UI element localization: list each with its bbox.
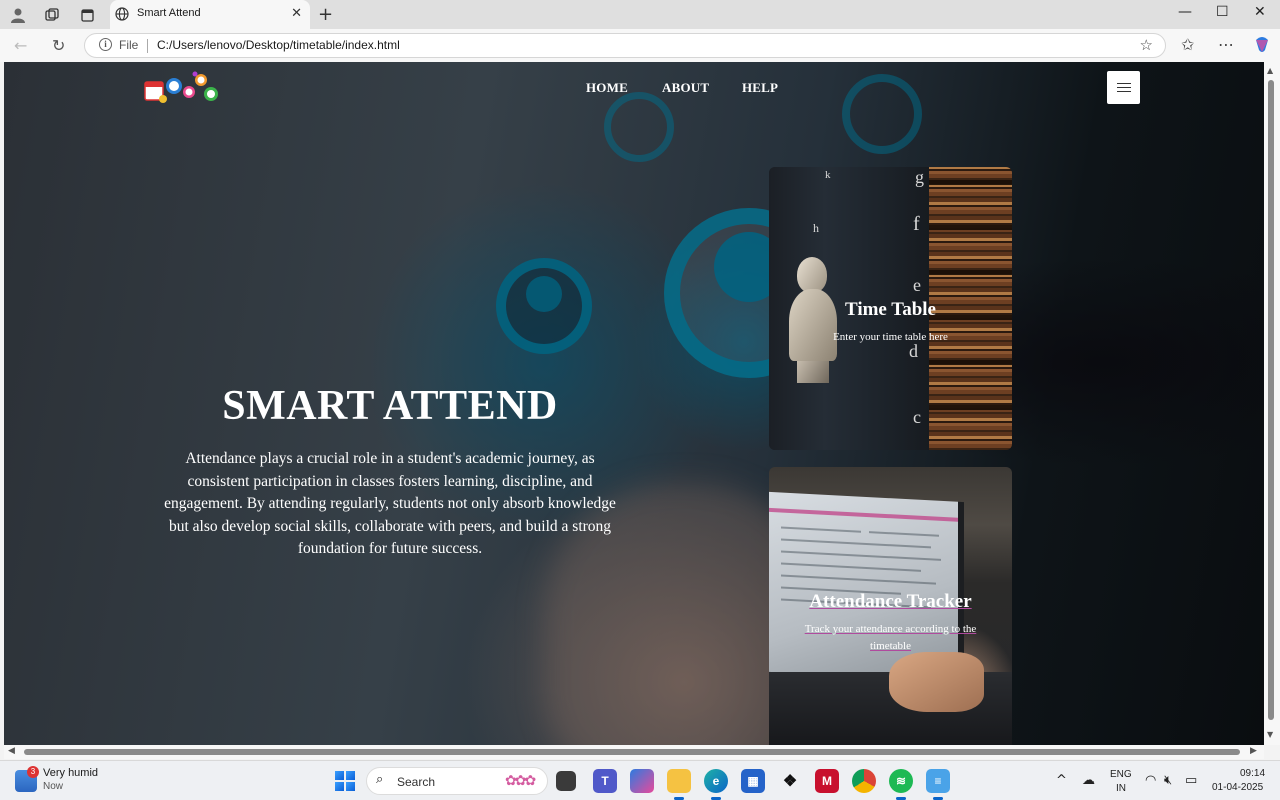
scroll-down-icon[interactable]: ▼ [1267, 730, 1273, 739]
copilot-icon[interactable] [1253, 36, 1271, 58]
page-viewport: HOME ABOUT HELP SMART ATTEND Attendance … [4, 62, 1264, 745]
nav-help-link[interactable]: HELP [742, 80, 778, 96]
window-close-icon[interactable]: ✕ [1254, 4, 1266, 20]
chrome-icon[interactable] [852, 769, 876, 793]
search-placeholder: Search [397, 775, 436, 789]
time-table-card-title[interactable]: Time Table [769, 299, 1012, 321]
file-explorer-icon[interactable] [667, 769, 691, 800]
address-bar[interactable]: i File C:/Users/lenovo/Desktop/timetable… [84, 33, 1166, 58]
volume-muted-icon[interactable]: 🔇︎ [1164, 773, 1172, 788]
search-highlight-icon: ✿✿✿ [505, 773, 536, 789]
hamburger-line [1116, 91, 1131, 93]
favorite-star-icon[interactable]: ☆ [1140, 36, 1153, 54]
hamburger-menu-button[interactable] [1107, 71, 1140, 104]
minimize-icon[interactable]: — [1178, 4, 1192, 20]
url-text[interactable]: C:/Users/lenovo/Desktop/timetable/index.… [157, 38, 400, 52]
mcafee-icon[interactable]: M [815, 769, 839, 793]
windows-taskbar: 3 Very humid Now ⌕ Search ✿✿✿ T e ▦ ❖ M … [0, 760, 1280, 800]
time-table-card-subtitle: Enter your time table here [833, 331, 948, 343]
nav-about-link[interactable]: ABOUT [662, 80, 709, 96]
hero-title: SMART ATTEND [222, 383, 558, 429]
browser-tab-bar: Smart Attend ✕ + — ☐ ✕ [0, 0, 1280, 29]
clock-time[interactable]: 09:14 [1240, 768, 1265, 779]
onedrive-icon[interactable]: ☁ [1082, 773, 1095, 788]
favorites-icon[interactable]: ✩ [1181, 35, 1194, 54]
info-icon[interactable]: i [99, 38, 112, 51]
dropbox-icon[interactable]: ❖ [778, 769, 802, 793]
close-icon[interactable]: ✕ [291, 6, 302, 21]
decorative-letters: f [913, 213, 920, 235]
statue-bust-image [789, 257, 841, 387]
maximize-icon[interactable]: ☐ [1216, 4, 1229, 20]
weather-title[interactable]: Very humid [43, 767, 98, 779]
edge-icon[interactable]: e [704, 769, 728, 800]
site-logo[interactable] [143, 70, 223, 106]
scroll-left-icon[interactable]: ◀ [8, 746, 15, 756]
notepad-icon[interactable]: ≡ [926, 769, 950, 800]
attendance-tracker-card[interactable]: Attendance Tracker Track your attendance… [769, 467, 1012, 745]
refresh-icon[interactable]: ↻ [52, 36, 65, 55]
battery-icon[interactable]: ▭ [1185, 773, 1197, 788]
decorative-letters: c [913, 407, 921, 427]
background-person-decoration [526, 276, 562, 312]
globe-icon [115, 7, 129, 21]
start-icon[interactable] [335, 771, 355, 791]
teams-icon[interactable]: T [593, 769, 617, 793]
decorative-letters: h [813, 221, 819, 235]
profile-icon[interactable] [8, 5, 28, 25]
language-line2[interactable]: IN [1116, 783, 1126, 794]
wifi-icon[interactable]: ◠ [1145, 773, 1156, 788]
new-tab-icon[interactable]: + [318, 4, 333, 25]
show-hidden-icons-icon[interactable]: ^ [1056, 773, 1067, 788]
more-icon[interactable]: ⋯ [1218, 35, 1234, 54]
horizontal-scroll-thumb[interactable] [24, 749, 1240, 755]
vertical-scroll-thumb[interactable] [1268, 80, 1274, 720]
background-pin-decoration [842, 74, 922, 154]
attendance-tracker-card-subtitle[interactable]: Track your attendance according to the t… [789, 621, 992, 655]
background-pin-decoration [604, 92, 674, 162]
vertical-scrollbar[interactable]: ▲ ▼ [1264, 62, 1280, 745]
decorative-letters: g [915, 167, 924, 187]
decorative-letters: k [825, 169, 831, 181]
store-icon[interactable]: ▦ [741, 769, 765, 793]
taskbar-search[interactable]: ⌕ Search ✿✿✿ [366, 767, 548, 795]
hamburger-line [1116, 86, 1131, 89]
search-icon: ⌕ [376, 772, 384, 787]
scroll-up-icon[interactable]: ▲ [1267, 66, 1273, 75]
copilot-app-icon[interactable] [630, 769, 654, 793]
horizontal-scrollbar[interactable]: ◀ ▶ [4, 745, 1264, 759]
spotify-icon[interactable]: ≋ [889, 769, 913, 800]
hero-description: Attendance plays a crucial role in a stu… [164, 450, 616, 557]
address-toolbar: ← ↻ i File C:/Users/lenovo/Desktop/timet… [0, 29, 1280, 62]
back-icon[interactable]: ← [14, 36, 27, 55]
collections-icon[interactable] [42, 5, 62, 25]
weather-subtitle: Now [43, 781, 64, 792]
nav-home-link[interactable]: HOME [586, 80, 628, 96]
clock-date[interactable]: 01-04-2025 [1212, 782, 1263, 793]
tab-title: Smart Attend [137, 7, 201, 19]
hands-image [889, 652, 984, 712]
hamburger-line [1116, 82, 1131, 84]
tab-actions-icon[interactable] [77, 5, 97, 25]
url-scheme-label: File [119, 38, 139, 52]
url-separator [147, 39, 148, 53]
decorative-letters: e [913, 275, 921, 295]
weather-badge: 3 [27, 766, 39, 778]
tab-smart-attend[interactable]: Smart Attend ✕ [110, 0, 310, 29]
time-table-card[interactable]: k h g f e d c Time Table Enter your time… [769, 167, 1012, 450]
attendance-tracker-card-title[interactable]: Attendance Tracker [769, 591, 1012, 613]
task-view-icon[interactable] [556, 771, 576, 791]
scroll-right-icon[interactable]: ▶ [1250, 746, 1257, 756]
language-line1[interactable]: ENG [1110, 769, 1132, 780]
